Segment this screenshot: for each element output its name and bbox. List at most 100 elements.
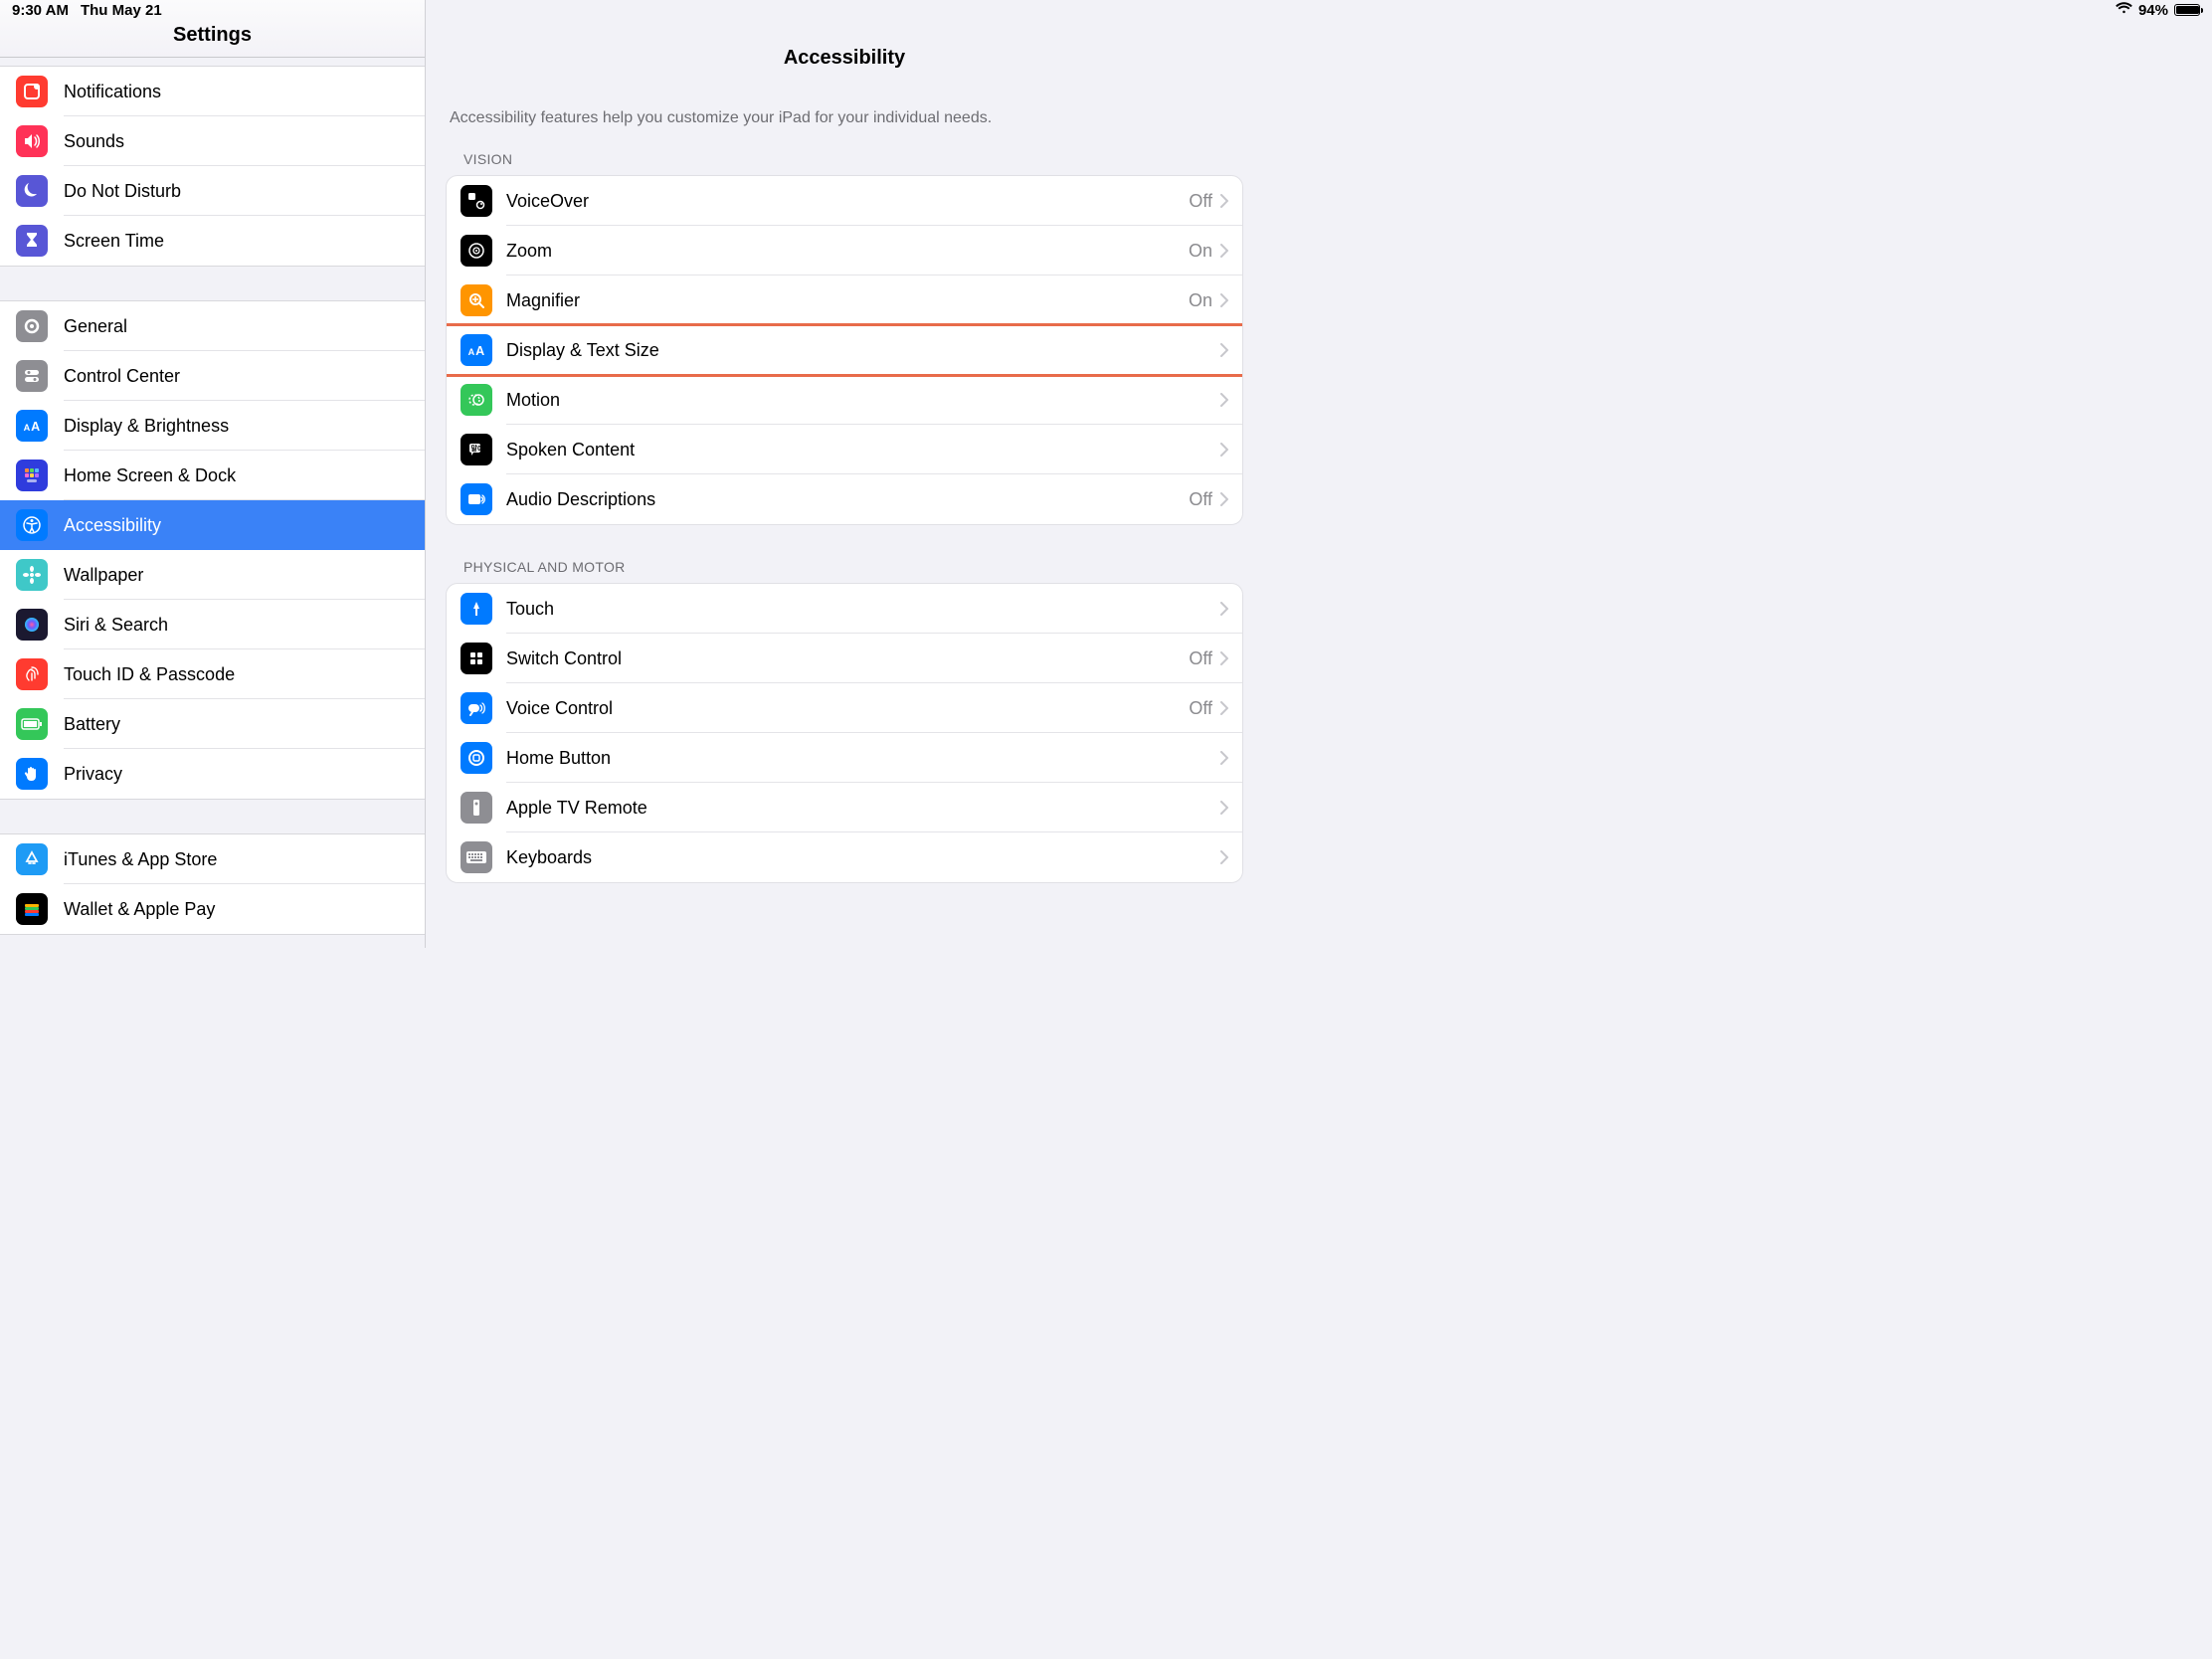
sidebar-item-label: Wallpaper	[64, 565, 143, 586]
sidebar-item-itunes[interactable]: iTunes & App Store	[0, 834, 425, 884]
settings-sidebar: Settings Notifications Sounds Do Not Distu…	[0, 0, 426, 948]
row-value: Off	[1189, 698, 1212, 719]
row-appletv[interactable]: Apple TV Remote	[447, 783, 1242, 832]
row-label: Spoken Content	[506, 440, 635, 461]
dnd-icon	[16, 175, 48, 207]
wifi-icon	[2116, 2, 2132, 19]
chevron-right-icon	[1220, 244, 1228, 258]
row-switchcontrol[interactable]: Switch ControlOff	[447, 634, 1242, 683]
sidebar-item-label: Touch ID & Passcode	[64, 664, 235, 685]
sidebar-item-privacy[interactable]: Privacy	[0, 749, 425, 799]
spoken-icon: 말0	[461, 434, 492, 465]
sidebar-item-label: Accessibility	[64, 515, 161, 536]
content-pane: Accessibility Accessibility features hel…	[426, 0, 1263, 948]
sidebar-item-label: Control Center	[64, 366, 180, 387]
sidebar-title: Settings	[173, 24, 252, 57]
displaytext-icon: AA	[461, 334, 492, 366]
content-title: Accessibility	[784, 47, 905, 70]
row-value: Off	[1189, 489, 1212, 510]
chevron-right-icon	[1220, 701, 1228, 715]
notifications-icon	[16, 76, 48, 107]
row-label: Zoom	[506, 241, 552, 262]
sidebar-item-siri[interactable]: Siri & Search	[0, 600, 425, 649]
sidebar-item-display[interactable]: AA Display & Brightness	[0, 401, 425, 451]
homebutton-icon	[461, 742, 492, 774]
sidebar-item-label: Privacy	[64, 764, 122, 785]
row-value: On	[1189, 290, 1212, 311]
sidebar-item-battery[interactable]: Battery	[0, 699, 425, 749]
svg-text:말0: 말0	[471, 444, 481, 453]
row-homebutton[interactable]: Home Button	[447, 733, 1242, 783]
battery-icon	[2174, 4, 2200, 16]
section-card: VoiceOverOffZoomOn Magnifier On AA Display &…	[446, 175, 1243, 525]
sidebar-item-accessibility[interactable]: Accessibility	[0, 500, 425, 550]
sidebar-item-homescreen[interactable]: Home Screen & Dock	[0, 451, 425, 500]
section-header: VISION	[463, 151, 1243, 167]
row-magnifier[interactable]: Magnifier On	[447, 276, 1242, 325]
row-zoom[interactable]: ZoomOn	[447, 226, 1242, 276]
status-time: 9:30 AM	[12, 2, 69, 19]
sidebar-item-dnd[interactable]: Do Not Disturb	[0, 166, 425, 216]
row-label: Display & Text Size	[506, 340, 659, 361]
row-keyboards[interactable]: Keyboards	[447, 832, 1242, 882]
sidebar-item-wallpaper[interactable]: Wallpaper	[0, 550, 425, 600]
chevron-right-icon	[1220, 443, 1228, 457]
row-displaytext[interactable]: AA Display & Text Size	[447, 325, 1242, 375]
chevron-right-icon	[1220, 850, 1228, 864]
sidebar-item-label: Screen Time	[64, 231, 164, 252]
sidebar-item-general[interactable]: General	[0, 301, 425, 351]
itunes-icon	[16, 843, 48, 875]
screentime-icon	[16, 225, 48, 257]
battery-percent: 94%	[2138, 2, 2168, 19]
display-icon: AA	[16, 410, 48, 442]
svg-text:A: A	[31, 420, 40, 434]
row-touch[interactable]: Touch	[447, 584, 1242, 634]
row-spoken[interactable]: 말0 Spoken Content	[447, 425, 1242, 474]
touch-icon	[461, 593, 492, 625]
voiceover-icon	[461, 185, 492, 217]
section-card: Touch Switch ControlOffVoice ControlOffHo…	[446, 583, 1243, 883]
sidebar-item-wallet[interactable]: Wallet & Apple Pay	[0, 884, 425, 934]
chevron-right-icon	[1220, 293, 1228, 307]
zoom-icon	[461, 235, 492, 267]
row-label: Magnifier	[506, 290, 580, 311]
svg-text:A: A	[24, 423, 31, 433]
audiodesc-icon	[461, 483, 492, 515]
svg-text:A: A	[468, 347, 475, 357]
sidebar-item-label: Home Screen & Dock	[64, 465, 236, 486]
row-label: Touch	[506, 599, 554, 620]
row-label: Audio Descriptions	[506, 489, 655, 510]
row-voiceover[interactable]: VoiceOverOff	[447, 176, 1242, 226]
row-value: Off	[1189, 648, 1212, 669]
sidebar-item-label: Sounds	[64, 131, 124, 152]
row-voicecontrol[interactable]: Voice ControlOff	[447, 683, 1242, 733]
sidebar-item-label: General	[64, 316, 127, 337]
status-date: Thu May 21	[81, 2, 162, 19]
sidebar-item-screentime[interactable]: Screen Time	[0, 216, 425, 266]
chevron-right-icon	[1220, 651, 1228, 665]
sidebar-item-controlcenter[interactable]: Control Center	[0, 351, 425, 401]
sidebar-item-label: Display & Brightness	[64, 416, 229, 437]
motion-icon	[461, 384, 492, 416]
chevron-right-icon	[1220, 751, 1228, 765]
sidebar-item-sounds[interactable]: Sounds	[0, 116, 425, 166]
chevron-right-icon	[1220, 343, 1228, 357]
row-label: Apple TV Remote	[506, 798, 647, 819]
svg-text:A: A	[475, 344, 484, 358]
status-bar: 9:30 AM Thu May 21 94%	[0, 0, 2212, 20]
appletv-icon	[461, 792, 492, 824]
row-audiodesc[interactable]: Audio Descriptions Off	[447, 474, 1242, 524]
sidebar-item-notifications[interactable]: Notifications	[0, 67, 425, 116]
wallpaper-icon	[16, 559, 48, 591]
row-label: Keyboards	[506, 847, 592, 868]
sounds-icon	[16, 125, 48, 157]
siri-icon	[16, 609, 48, 641]
homescreen-icon	[16, 460, 48, 491]
battery-icon	[16, 708, 48, 740]
accessibility-icon	[16, 509, 48, 541]
sidebar-item-label: iTunes & App Store	[64, 849, 217, 870]
chevron-right-icon	[1220, 194, 1228, 208]
row-motion[interactable]: Motion	[447, 375, 1242, 425]
sidebar-item-label: Notifications	[64, 82, 161, 102]
sidebar-item-touchid[interactable]: Touch ID & Passcode	[0, 649, 425, 699]
